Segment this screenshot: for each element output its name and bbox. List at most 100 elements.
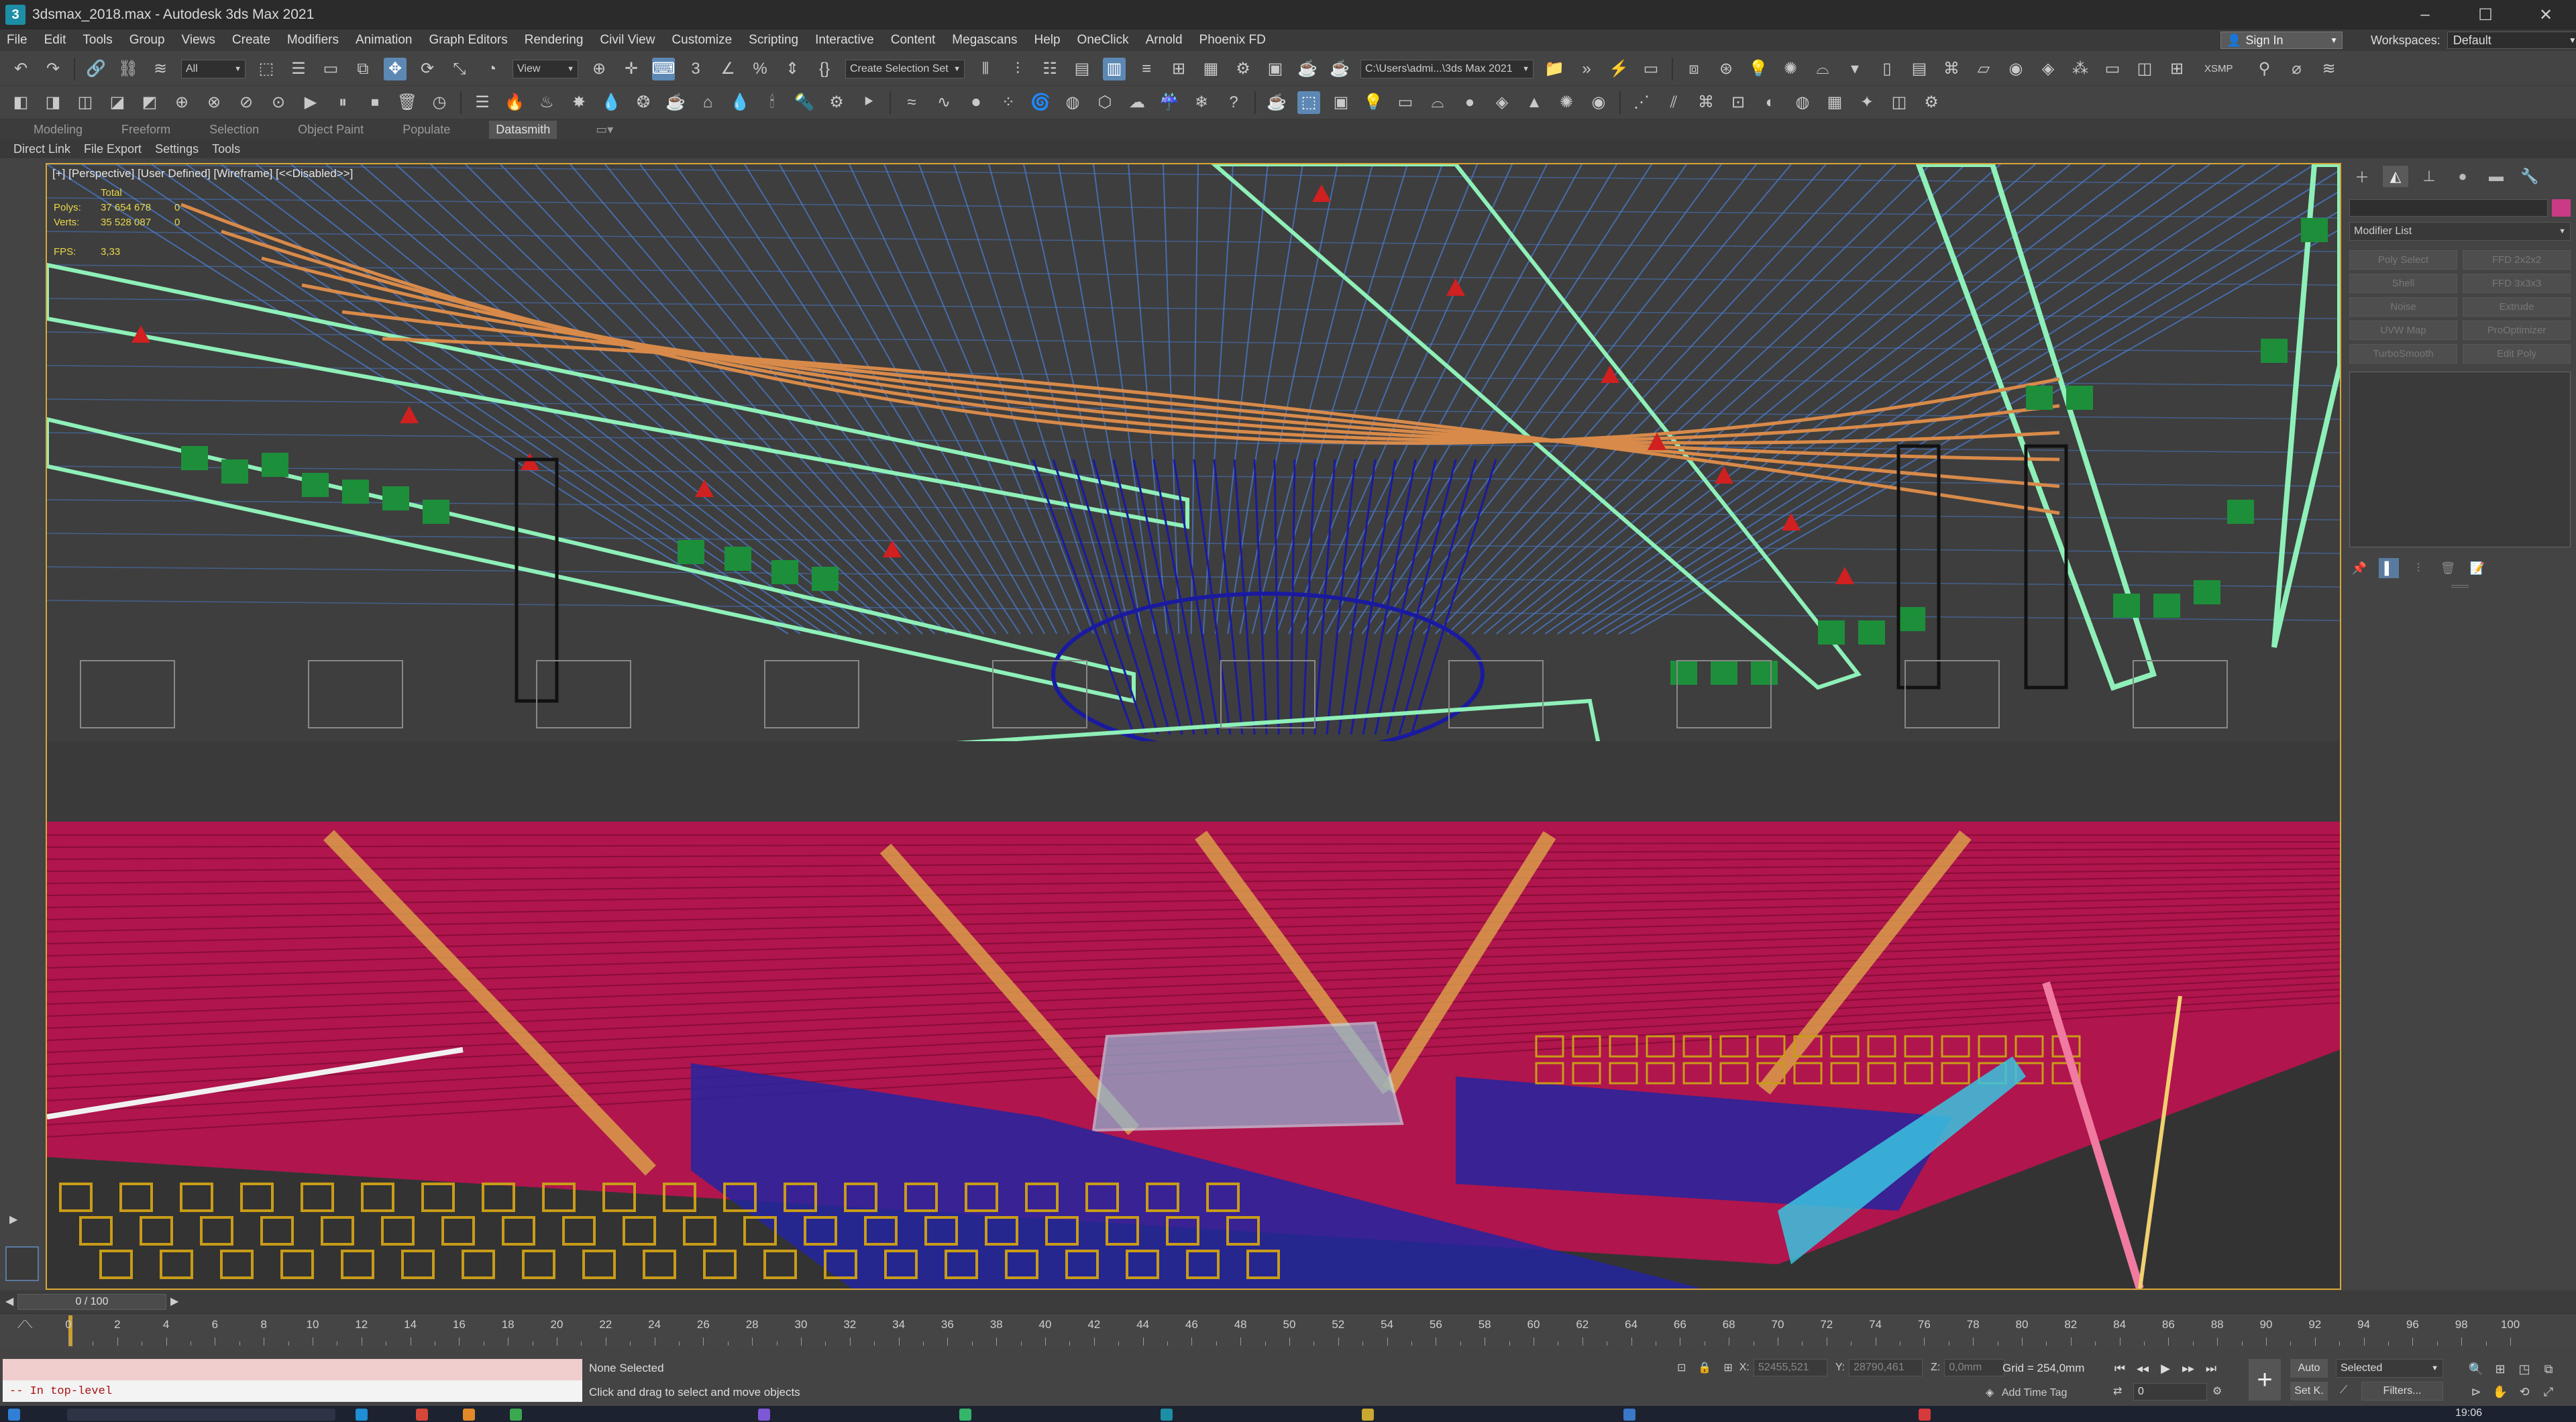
create-icon[interactable]: ＋ [2349,166,2375,187]
layer-f-icon[interactable]: ⊕ [170,91,193,114]
vray-fur-icon[interactable]: ⌘ [1940,58,1963,80]
align-icon[interactable]: ⫶ [1006,58,1029,80]
tab-selection[interactable]: Selection [209,123,259,137]
taskbar-3dsmax-icon[interactable] [1161,1409,1173,1421]
window-crossing-icon[interactable]: ⧉ [352,58,374,80]
select-and-place-icon[interactable]: ◔ [480,58,503,80]
absolute-mode-icon[interactable]: ⊞ [1723,1361,1732,1374]
render-iterative-icon[interactable]: ☕ [1328,58,1351,80]
key-filters-button[interactable]: Filters... [2361,1382,2443,1401]
record-icon[interactable]: ⏺ [965,91,987,114]
drop-icon[interactable]: 💧 [729,91,751,114]
menu-group[interactable]: Group [129,33,165,48]
rect-selection-icon[interactable]: ▭ [319,58,342,80]
project-folder-dropdown[interactable]: C:\Users\admi...\3ds Max 2021 ▼ [1360,59,1534,78]
expand-strip-icon[interactable]: ▶ [9,1213,17,1226]
taskbar-app-icon[interactable] [463,1409,475,1421]
vray-interactive-icon[interactable]: ⬚ [1297,91,1320,114]
toggle-ribbon-icon[interactable]: ▥ [1103,57,1126,80]
render-production-icon[interactable]: ☕ [1296,58,1319,80]
select-and-rotate-icon[interactable]: ⟳ [416,58,439,80]
render-setup-icon[interactable]: ⚙ [1232,58,1254,80]
vray-sphere-icon[interactable]: ◉ [2004,58,2027,80]
y-coordinate-field[interactable]: 28790,461 [1849,1359,1923,1376]
panel-resize-grip[interactable] [2451,585,2469,588]
set-project-folder-icon[interactable]: 📁 [1543,58,1566,80]
vray-dome-icon[interactable]: ⌓ [1811,58,1834,80]
cup-icon[interactable]: ☕ [664,91,687,114]
vray-cam-icon[interactable]: ⊛ [1715,58,1737,80]
tab-modeling[interactable]: Modeling [34,123,83,137]
vray-toolbar-icon[interactable]: ▭ [1640,58,1662,80]
layer-i-icon[interactable]: ⊙ [267,91,290,114]
go-to-start-icon[interactable]: ⏮ [2109,1359,2131,1378]
manipulate-icon[interactable]: ✛ [620,58,643,80]
vray-lights-icon[interactable]: ⚡ [1607,58,1630,80]
named-selection-set-dropdown[interactable]: Create Selection Set ▼ [845,59,965,78]
orbit-icon[interactable]: ⟲ [2514,1382,2534,1402]
maxscript-listener-input[interactable] [3,1359,582,1380]
layer-e-icon[interactable]: ◩ [138,91,161,114]
menu-arnold[interactable]: Arnold [1146,33,1183,48]
vray-spot-icon[interactable]: ▲ [1523,91,1546,114]
modifier-button[interactable]: FFD 3x3x3 [2463,274,2571,293]
fire-icon[interactable]: 🔥 [503,91,526,114]
auto-key-button[interactable]: Auto [2290,1359,2328,1378]
select-object-icon[interactable]: ⬚ [255,58,278,80]
display-icon[interactable]: ▬ [2483,166,2509,187]
angle-snap-icon[interactable]: ∠ [716,58,739,80]
vray-settings-icon[interactable]: ⚙ [1920,91,1943,114]
field-of-view-icon[interactable]: ⊳ [2466,1382,2486,1402]
menu-customize[interactable]: Customize [672,33,732,48]
time-configuration-icon[interactable]: ⚙ [2212,1384,2222,1398]
zoom-extents-icon[interactable]: ◳ [2514,1359,2534,1379]
taskbar-app-icon[interactable] [1919,1409,1931,1421]
modifier-button[interactable]: FFD 2x2x2 [2463,250,2571,270]
mirror-icon[interactable]: ⫴ [974,58,997,80]
mesher-icon[interactable]: ⬡ [1093,91,1116,114]
vray-vfb-icon[interactable]: ▣ [1330,91,1352,114]
subtab-direct-link[interactable]: Direct Link [13,142,70,156]
schematic-view-icon[interactable]: ⊞ [1167,58,1190,80]
add-time-tag[interactable]: ◈ Add Time Tag [1986,1386,2067,1399]
pin-stack-icon[interactable]: 📌 [2349,558,2369,578]
workspaces-dropdown[interactable]: Default ▼ [2447,32,2576,49]
tab-datasmith[interactable]: Datasmith [489,120,557,139]
vray-render-icon[interactable]: ☕ [1265,91,1288,114]
time-slider-thumb[interactable]: 0 / 100 [17,1294,166,1310]
percent-snap-icon[interactable]: % [749,58,771,80]
key-mode-icon[interactable]: ⇄ [2113,1384,2122,1398]
go-to-end-icon[interactable]: ⏭ [2200,1359,2222,1378]
vray-denoise-icon[interactable]: ◫ [1888,91,1911,114]
rendered-frame-window-icon[interactable]: ▣ [1264,58,1287,80]
previous-frame-icon[interactable]: ◀ [5,1295,13,1308]
torch-icon[interactable]: 🔦 [793,91,816,114]
vray-sun-light-icon[interactable]: ✺ [1555,91,1578,114]
sim-settings-icon[interactable]: ⚙ [825,91,848,114]
subtab-tools[interactable]: Tools [212,142,240,156]
subtab-settings[interactable]: Settings [155,142,199,156]
isolate-selection-icon[interactable]: ⊡ [1677,1361,1686,1374]
taskbar-app-icon[interactable] [1623,1409,1635,1421]
perspective-viewport[interactable]: [+] [Perspective] [User Defined] [Wirefr… [46,163,2341,1290]
vray-dome-light-icon[interactable]: ⌓ [1426,91,1449,114]
viewport-label[interactable]: [+] [Perspective] [User Defined] [Wirefr… [52,167,353,180]
undo-icon[interactable]: ↶ [9,58,32,80]
set-key-big-icon[interactable]: + [2249,1359,2281,1401]
smoke-icon[interactable]: ♨ [535,91,558,114]
vray-ambient-icon[interactable]: ◉ [1587,91,1610,114]
particle-icon[interactable]: ⁘ [997,91,1020,114]
current-frame-field[interactable]: 0 [2133,1383,2207,1401]
modifier-button[interactable]: Shell [2349,274,2457,293]
menu-views[interactable]: Views [182,33,215,48]
redo-icon[interactable]: ↷ [42,58,64,80]
set-key-button[interactable]: Set K. [2290,1382,2328,1401]
ocean-icon[interactable]: ≈ [900,91,923,114]
menu-rendering[interactable]: Rendering [525,33,584,48]
vray-light-icon[interactable]: 💡 [1747,58,1770,80]
link-icon[interactable]: 🔗 [85,58,107,80]
layer-d-icon[interactable]: ◪ [106,91,129,114]
menu-scripting[interactable]: Scripting [749,33,798,48]
menu-content[interactable]: Content [891,33,936,48]
material-editor-icon[interactable]: ▦ [1199,58,1222,80]
